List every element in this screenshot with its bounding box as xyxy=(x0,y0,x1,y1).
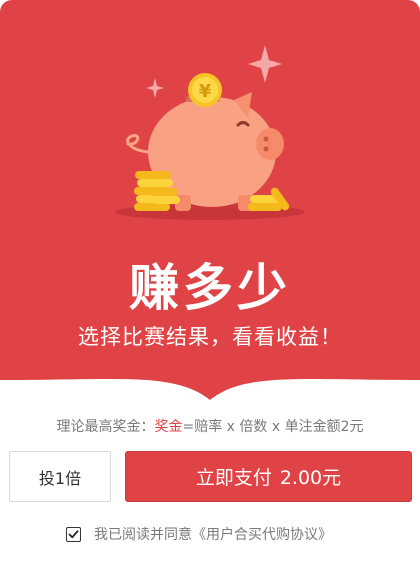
formula-highlight: 奖金 xyxy=(154,419,183,435)
piggy-bank-illustration: ¥ xyxy=(115,45,305,220)
headline: 赚多少 xyxy=(129,259,291,317)
subheadline: 选择比赛结果，看看收益！ xyxy=(78,325,342,349)
checkmark-icon xyxy=(68,529,79,538)
formula-prefix: 理论最高奖金： xyxy=(56,419,155,435)
formula-suffix: =赔率 x 倍数 x 单注金额2元 xyxy=(182,419,364,435)
pay-now-button[interactable]: 立即支付 2.00元 xyxy=(125,451,412,502)
svg-text:¥: ¥ xyxy=(199,81,212,102)
prize-formula: 理论最高奖金：奖金=赔率 x 倍数 x 单注金额2元 xyxy=(0,416,420,436)
pay-label: 立即支付 xyxy=(195,467,272,489)
agreement-checkbox[interactable] xyxy=(66,526,81,542)
agreement-row: 我已阅读并同意 《用户合买代购协议》 xyxy=(66,524,332,544)
agreement-prefix: 我已阅读并同意 xyxy=(94,527,192,543)
bet-card: ¥ 赚多少 选择比赛结果，看看收益！ 理论最高奖金：奖金=赔率 x 倍数 x 单… xyxy=(0,0,420,565)
hero-banner: ¥ 赚多少 选择比赛结果，看看收益！ xyxy=(0,0,420,420)
pay-amount: 2.00元 xyxy=(279,467,342,489)
yuan-coin-icon: ¥ xyxy=(188,73,222,107)
multiplier-label: 投1倍 xyxy=(38,468,82,488)
multiplier-button[interactable]: 投1倍 xyxy=(9,451,111,502)
agreement-link[interactable]: 《用户合买代购协议》 xyxy=(192,524,332,544)
